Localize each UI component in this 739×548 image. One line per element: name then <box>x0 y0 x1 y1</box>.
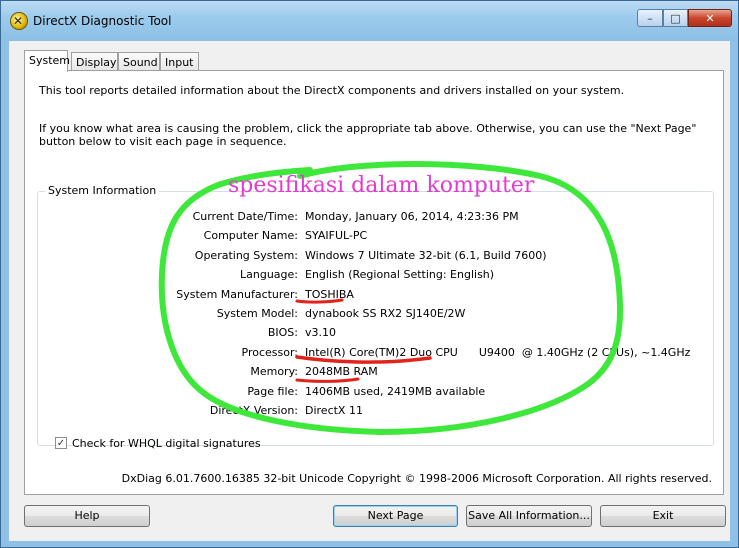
row-label: Page file: <box>247 385 298 398</box>
row-label: DirectX Version: <box>209 404 298 417</box>
whql-checkbox[interactable]: ✓ <box>55 437 67 449</box>
info-row-operating-system: Operating System: Windows 7 Ultimate 32-… <box>25 249 725 265</box>
info-row-language: Language: English (Regional Setting: Eng… <box>25 268 725 284</box>
row-value: English (Regional Setting: English) <box>305 268 495 281</box>
row-value: DirectX 11 <box>305 404 363 417</box>
next-page-button[interactable]: Next Page <box>333 505 458 527</box>
row-label: System Model: <box>216 307 298 320</box>
row-value: Windows 7 Ultimate 32-bit (6.1, Build 76… <box>305 249 547 262</box>
row-value: Monday, January 06, 2014, 4:23:36 PM <box>305 210 519 223</box>
copyright-text: DxDiag 6.01.7600.16385 32-bit Unicode Co… <box>121 472 712 485</box>
tab-display[interactable]: Display <box>71 52 118 71</box>
instructions-text: If you know what area is causing the pro… <box>39 122 697 148</box>
system-tab-panel: This tool reports detailed information a… <box>24 70 724 495</box>
row-value: SYAIFUL-PC <box>305 229 368 242</box>
row-label: Processor: <box>241 346 299 359</box>
info-row-directx-version: DirectX Version: DirectX 11 <box>25 404 725 420</box>
directx-app-icon <box>11 13 27 29</box>
row-label: Memory: <box>250 365 298 378</box>
info-row-bios: BIOS: v3.10 <box>25 326 725 342</box>
whql-checkbox-label[interactable]: Check for WHQL digital signatures <box>72 437 261 450</box>
row-label: Operating System: <box>194 249 298 262</box>
intro-text: This tool reports detailed information a… <box>39 84 625 97</box>
info-row-system-model: System Model: dynabook SS RX2 SJ140E/2W <box>25 307 725 323</box>
minimize-button[interactable]: – <box>637 9 663 27</box>
row-value: 2048MB RAM <box>305 365 378 378</box>
tab-system[interactable]: System <box>24 50 70 72</box>
directx-diagnostic-window: DirectX Diagnostic Tool – □ ✕ System Dis… <box>0 0 739 548</box>
row-value: dynabook SS RX2 SJ140E/2W <box>305 307 466 320</box>
info-row-page-file: Page file: 1406MB used, 2419MB available <box>25 385 725 401</box>
client-area: System Display Sound Input This tool rep… <box>9 41 730 541</box>
info-row-memory: Memory: 2048MB RAM <box>25 365 725 381</box>
row-value: 1406MB used, 2419MB available <box>305 385 486 398</box>
annotation-handwritten-text: spesifikasi dalam komputer <box>228 173 535 198</box>
row-label: System Manufacturer: <box>176 288 298 301</box>
row-label: BIOS: <box>267 326 298 339</box>
info-row-system-manufacturer: System Manufacturer: TOSHIBA <box>25 288 725 304</box>
maximize-button[interactable]: □ <box>663 9 688 27</box>
row-value: v3.10 <box>305 326 337 339</box>
title-bar[interactable]: DirectX Diagnostic Tool – □ ✕ <box>1 1 738 41</box>
window-title: DirectX Diagnostic Tool <box>33 14 172 28</box>
help-button[interactable]: Help <box>24 505 150 527</box>
row-label: Language: <box>240 268 298 281</box>
info-row-computer-name: Computer Name: SYAIFUL-PC <box>25 229 725 245</box>
exit-button[interactable]: Exit <box>600 505 726 527</box>
save-all-information-button[interactable]: Save All Information... <box>466 505 592 527</box>
row-label: Computer Name: <box>203 229 298 242</box>
group-title: System Information <box>45 184 160 197</box>
tab-sound[interactable]: Sound <box>118 52 160 71</box>
info-row-date-time: Current Date/Time: Monday, January 06, 2… <box>25 210 725 226</box>
row-value: Intel(R) Core(TM)2 Duo CPU U9400 @ 1.40G… <box>305 346 691 359</box>
row-value: TOSHIBA <box>305 288 354 301</box>
row-label: Current Date/Time: <box>192 210 298 223</box>
tab-input[interactable]: Input <box>160 52 199 71</box>
info-row-processor: Processor: Intel(R) Core(TM)2 Duo CPU U9… <box>25 346 725 362</box>
close-button[interactable]: ✕ <box>688 9 732 27</box>
